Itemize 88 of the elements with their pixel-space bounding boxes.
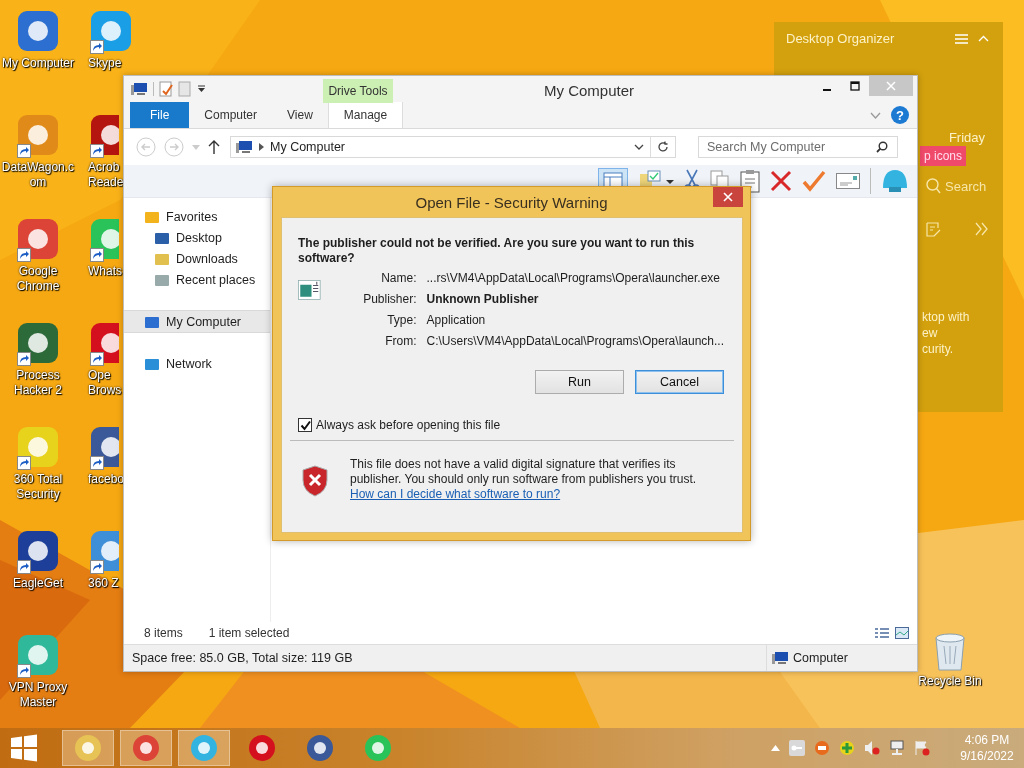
ribbon-tab[interactable]: View bbox=[272, 102, 328, 128]
nav-item[interactable]: My Computer bbox=[124, 310, 270, 333]
show-hidden-icon[interactable] bbox=[771, 745, 780, 751]
search-icon bbox=[926, 178, 941, 194]
nav-item[interactable]: Desktop bbox=[124, 227, 270, 248]
nav-item[interactable]: Favorites bbox=[124, 206, 270, 227]
close-icon bbox=[723, 192, 733, 202]
icon-label: DataWagon.com bbox=[0, 160, 76, 190]
icon-label: EagleGet bbox=[12, 576, 63, 591]
dialog-title: Open File - Security Warning bbox=[415, 193, 608, 211]
checkmark-icon[interactable] bbox=[802, 170, 826, 192]
warning-text: This file does not have a valid digital signature that verifies its publisher. You should only run software from publishers you trust. bbox=[350, 457, 698, 487]
menu-icon[interactable] bbox=[955, 33, 968, 44]
application-icon bbox=[298, 277, 321, 303]
field-label: Publisher: bbox=[362, 292, 417, 306]
field-label: Name: bbox=[380, 271, 417, 285]
icon-label: facebo bbox=[88, 472, 122, 487]
icon-label: Whats bbox=[88, 264, 122, 279]
flag-icon[interactable] bbox=[914, 740, 930, 756]
ribbon-tab[interactable]: File bbox=[130, 102, 190, 128]
description-text: curity. bbox=[922, 341, 955, 357]
description-text: ew bbox=[922, 325, 939, 341]
item-count: 8 items bbox=[144, 626, 183, 640]
help-button[interactable]: ? bbox=[891, 106, 909, 124]
tiles-view-icon[interactable] bbox=[895, 627, 909, 639]
close-icon bbox=[886, 81, 896, 91]
nav-item[interactable]: Network bbox=[124, 353, 270, 374]
icon-label: 360 Total Security bbox=[12, 472, 64, 502]
nav-item[interactable]: Downloads bbox=[124, 248, 270, 269]
address-bar[interactable]: My Computer bbox=[230, 136, 676, 158]
maximize-icon bbox=[850, 81, 860, 91]
icon-label: 360 Z bbox=[88, 576, 120, 591]
icon-label: Skype bbox=[88, 56, 122, 71]
network-icon[interactable] bbox=[889, 740, 905, 756]
field-label: From: bbox=[384, 334, 417, 348]
context-tab-group: Drive Tools bbox=[323, 79, 393, 103]
start-button[interactable] bbox=[10, 734, 38, 762]
disk-space-text: Space free: 85.0 GB, Total size: 119 GB bbox=[132, 651, 353, 665]
always-ask-checkbox[interactable]: Always ask before opening this file bbox=[298, 418, 724, 432]
ribbon-tab[interactable]: Computer bbox=[189, 102, 273, 128]
window-title: My Computer bbox=[544, 82, 635, 99]
selection-count: 1 item selected bbox=[208, 626, 290, 640]
icon-label: Acrob Reade bbox=[88, 160, 122, 190]
double-chevron-icon[interactable] bbox=[975, 222, 989, 236]
expand-ribbon-icon[interactable] bbox=[870, 111, 881, 119]
close-button[interactable] bbox=[713, 187, 743, 207]
icon-label: VPN Proxy Master bbox=[7, 680, 69, 710]
field-value: Application bbox=[426, 313, 487, 327]
field-value: Unknown Publisher bbox=[426, 292, 540, 306]
details-view-icon[interactable] bbox=[875, 627, 889, 639]
nav-item[interactable]: Recent places bbox=[124, 269, 270, 290]
field-value: C:\Users\VM4\AppData\Local\Programs\Opera\launch... bbox=[426, 334, 724, 348]
tag-label: p icons bbox=[920, 146, 967, 166]
location-text: Computer bbox=[793, 651, 848, 665]
security-tray-icon[interactable] bbox=[814, 740, 830, 756]
cancel-button[interactable]: Cancel bbox=[635, 370, 724, 394]
dropdown-caret-icon[interactable] bbox=[634, 144, 644, 150]
field-value: ...rs\VM4\AppData\Local\Programs\Opera\launcher.exe bbox=[426, 271, 721, 285]
ribbon-tab[interactable]: Manage bbox=[327, 102, 404, 128]
icon-label: Recycle Bin bbox=[918, 674, 982, 689]
description-text: ktop with bbox=[922, 309, 971, 325]
minimize-icon bbox=[823, 88, 831, 91]
recycle-bin-icon[interactable] bbox=[932, 630, 968, 672]
warning-heading: The publisher could not be verified. Are you sure you want to run this software? bbox=[298, 236, 696, 266]
icon-label: Google Chrome bbox=[15, 264, 61, 294]
field-label: Type: bbox=[386, 313, 417, 327]
help-link[interactable]: How can I decide what software to run? bbox=[350, 487, 561, 502]
checkmark-icon bbox=[299, 419, 311, 431]
icon-label: Process Hacker 2 bbox=[13, 368, 63, 398]
search-icon bbox=[876, 141, 888, 153]
card-icon[interactable] bbox=[836, 173, 860, 189]
shield-error-icon bbox=[302, 465, 328, 497]
day-label: Friday bbox=[948, 130, 985, 145]
icon-label: My Computer bbox=[2, 56, 74, 71]
panel-title: Desktop Organizer bbox=[786, 31, 896, 46]
breadcrumb-arrow-icon bbox=[259, 143, 264, 151]
up-arrow-icon[interactable] bbox=[208, 140, 220, 154]
icon-label: Ope Brows bbox=[88, 368, 122, 398]
refresh-icon[interactable] bbox=[657, 141, 669, 153]
search-field[interactable]: Search My Computer bbox=[698, 136, 898, 158]
delete-icon[interactable] bbox=[770, 170, 792, 192]
speaker-muted-icon[interactable] bbox=[864, 740, 880, 756]
collapse-caret-icon[interactable] bbox=[978, 35, 989, 42]
properties-icon[interactable] bbox=[159, 81, 173, 97]
dropdown-caret-icon[interactable] bbox=[197, 85, 206, 93]
taskbar-button[interactable] bbox=[120, 730, 172, 766]
note-edit-icon[interactable] bbox=[926, 222, 941, 237]
run-button[interactable]: Run bbox=[535, 370, 624, 394]
